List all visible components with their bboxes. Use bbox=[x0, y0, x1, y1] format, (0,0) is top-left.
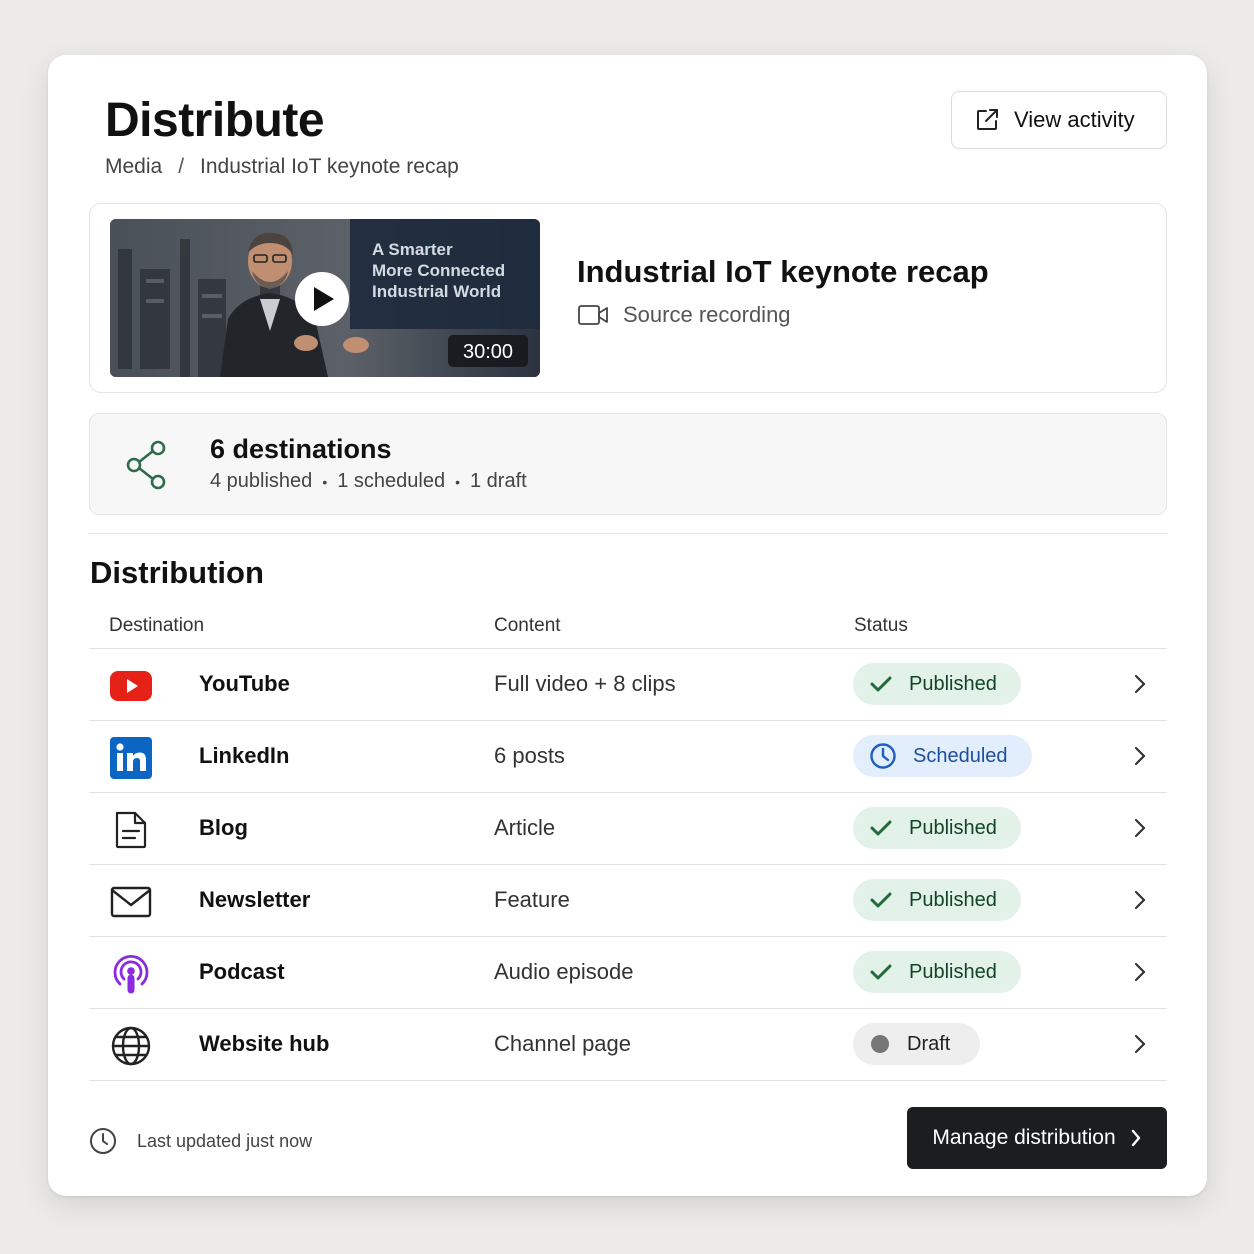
check-icon bbox=[870, 892, 892, 908]
section-title: Distribution bbox=[90, 555, 264, 590]
table-row[interactable]: LinkedIn 6 posts Scheduled bbox=[89, 721, 1167, 793]
status-badge: Scheduled bbox=[853, 735, 1032, 777]
separator-dot: • bbox=[455, 473, 460, 490]
thumbnail-text-line2: More Connected bbox=[372, 261, 505, 280]
column-destination: Destination bbox=[109, 615, 205, 636]
scheduled-count: 1 scheduled bbox=[337, 470, 446, 492]
chevron-right-icon[interactable] bbox=[1133, 889, 1147, 911]
chevron-right-icon[interactable] bbox=[1133, 817, 1147, 839]
status-badge: Draft bbox=[853, 1023, 981, 1065]
column-content: Content bbox=[494, 615, 561, 636]
content-description: Full video + 8 clips bbox=[494, 671, 676, 696]
published-count: 4 published bbox=[210, 470, 313, 492]
content-description: Article bbox=[494, 815, 556, 840]
check-icon bbox=[870, 820, 892, 836]
destination-name: Podcast bbox=[199, 959, 285, 984]
status-label: Published bbox=[909, 816, 997, 839]
clock-icon bbox=[90, 1128, 116, 1154]
view-activity-label: View activity bbox=[1014, 107, 1135, 132]
table-row[interactable]: Website hub Channel page Draft bbox=[89, 1009, 1167, 1081]
destination-name: YouTube bbox=[199, 671, 290, 696]
thumbnail-text-line1: A Smarter bbox=[372, 240, 453, 259]
destination-name: Website hub bbox=[199, 1031, 330, 1056]
status-label: Published bbox=[909, 672, 997, 695]
last-updated: Last updated just now bbox=[89, 1127, 312, 1155]
manage-distribution-label: Manage distribution bbox=[932, 1126, 1116, 1149]
check-icon bbox=[870, 676, 892, 692]
podcast-icon bbox=[109, 952, 153, 996]
draft-dot-icon bbox=[871, 1035, 889, 1053]
media-source: Source recording bbox=[577, 302, 791, 328]
chevron-right-icon[interactable] bbox=[1133, 961, 1147, 983]
status-label: Published bbox=[909, 960, 997, 983]
video-camera-icon bbox=[578, 305, 608, 325]
destinations-summary: 6 destinations 4 published • 1 scheduled… bbox=[89, 413, 1167, 515]
table-row[interactable]: Newsletter Feature Published bbox=[89, 865, 1167, 937]
check-icon bbox=[870, 964, 892, 980]
status-badge: Published bbox=[853, 879, 1021, 921]
content-description: 6 posts bbox=[494, 743, 565, 768]
table-header: Destination Content Status bbox=[89, 605, 1167, 649]
table-row[interactable]: Blog Article Published bbox=[89, 793, 1167, 865]
content-description: Channel page bbox=[494, 1031, 632, 1056]
manage-distribution-button[interactable]: Manage distribution bbox=[907, 1107, 1167, 1169]
linkedin-icon bbox=[109, 736, 153, 780]
duration-badge: 30:00 bbox=[463, 341, 513, 363]
clock-icon bbox=[870, 743, 896, 769]
status-badge: Published bbox=[853, 663, 1021, 705]
draft-count: 1 draft bbox=[470, 470, 527, 492]
breadcrumb: Media / Industrial IoT keynote recap bbox=[105, 155, 459, 179]
section-divider bbox=[89, 533, 1167, 534]
separator-dot: • bbox=[322, 473, 328, 490]
destinations-count: 6 destinations bbox=[210, 434, 392, 464]
distribute-card: Distribute Media / Industrial IoT keynot… bbox=[48, 55, 1207, 1196]
video-thumbnail[interactable]: A Smarter More Connected Industrial Worl… bbox=[110, 219, 540, 377]
column-status: Status bbox=[854, 615, 908, 636]
destination-name: Newsletter bbox=[199, 887, 311, 912]
table-row[interactable]: Podcast Audio episode Published bbox=[89, 937, 1167, 1009]
envelope-icon bbox=[109, 880, 153, 924]
chevron-right-icon[interactable] bbox=[1133, 673, 1147, 695]
content-description: Audio episode bbox=[494, 959, 634, 984]
page-title: Distribute bbox=[105, 94, 325, 147]
status-label: Scheduled bbox=[913, 744, 1008, 767]
view-activity-button[interactable]: View activity bbox=[951, 91, 1167, 149]
youtube-icon bbox=[109, 664, 153, 708]
breadcrumb-separator: / bbox=[178, 155, 185, 178]
destination-name: LinkedIn bbox=[199, 743, 290, 768]
distribution-table: Destination Content Status YouTube Full … bbox=[89, 605, 1167, 1081]
chevron-right-icon bbox=[1131, 1129, 1140, 1147]
content-description: Feature bbox=[494, 887, 570, 912]
thumbnail-text-line3: Industrial World bbox=[372, 282, 501, 301]
status-label: Published bbox=[909, 888, 997, 911]
media-title: Industrial IoT keynote recap bbox=[577, 254, 989, 289]
breadcrumb-current: Industrial IoT keynote recap bbox=[200, 155, 459, 178]
media-summary: A Smarter More Connected Industrial Worl… bbox=[89, 203, 1167, 393]
chevron-right-icon[interactable] bbox=[1133, 1033, 1147, 1055]
status-label: Draft bbox=[907, 1032, 951, 1055]
globe-icon bbox=[109, 1024, 153, 1068]
table-row[interactable]: YouTube Full video + 8 clips Published bbox=[89, 649, 1167, 721]
destination-name: Blog bbox=[199, 815, 248, 840]
status-badge: Published bbox=[853, 807, 1021, 849]
breadcrumb-media[interactable]: Media bbox=[105, 155, 162, 179]
document-icon bbox=[109, 808, 153, 852]
chevron-right-icon[interactable] bbox=[1133, 745, 1147, 767]
source-label: Source recording bbox=[623, 302, 791, 327]
destinations-breakdown: 4 published • 1 scheduled • 1 draft bbox=[210, 470, 527, 493]
thumbnail-image: A Smarter More Connected Industrial Worl… bbox=[110, 219, 540, 377]
external-link-icon bbox=[977, 109, 998, 130]
status-badge: Published bbox=[853, 951, 1021, 993]
share-icon bbox=[126, 440, 166, 490]
last-updated-label: Last updated just now bbox=[137, 1130, 313, 1151]
